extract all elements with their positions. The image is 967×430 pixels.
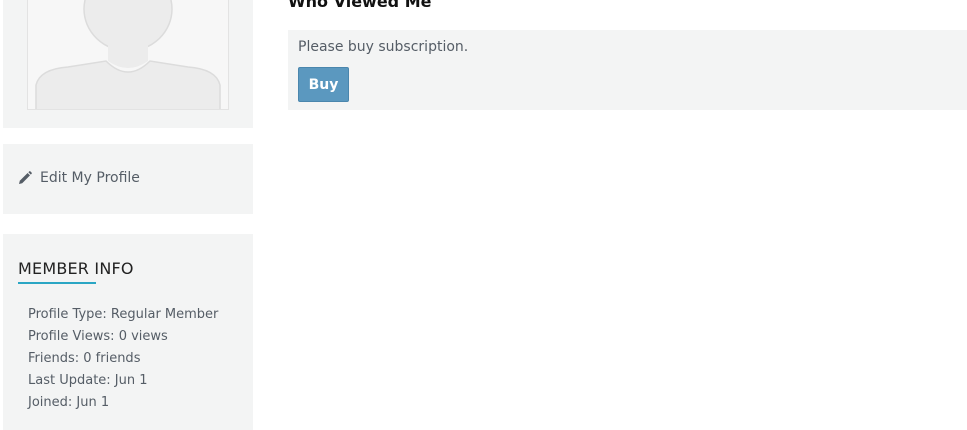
member-info-list: Profile Type: Regular Member Profile Vie… — [28, 304, 218, 414]
notice-text: Please buy subscription. — [298, 39, 469, 55]
member-info-profile-type: Profile Type: Regular Member — [28, 307, 219, 322]
default-avatar-silhouette-icon — [28, 0, 228, 109]
member-info-title: MEMBER INFO — [18, 259, 134, 278]
page-title: Who Viewed Me — [288, 0, 432, 11]
avatar[interactable] — [27, 0, 229, 110]
subscription-notice: Please buy subscription. Buy — [288, 30, 967, 110]
edit-profile-card: Edit My Profile — [3, 144, 253, 214]
member-info-card: MEMBER INFO Profile Type: Regular Member… — [3, 234, 253, 430]
member-info-profile-views: Profile Views: 0 views — [28, 329, 168, 344]
pencil-icon — [18, 171, 32, 185]
member-info-joined: Joined: Jun 1 — [28, 395, 110, 410]
avatar-card — [3, 0, 253, 128]
member-info-friends: Friends: 0 friends — [28, 351, 141, 366]
member-info-last-update: Last Update: Jun 1 — [28, 373, 148, 388]
edit-profile-link[interactable]: Edit My Profile — [18, 170, 140, 186]
title-underline — [18, 282, 96, 284]
buy-button[interactable]: Buy — [298, 67, 349, 102]
edit-profile-label: Edit My Profile — [40, 170, 140, 186]
profile-page: Edit My Profile MEMBER INFO Profile Type… — [0, 0, 967, 430]
